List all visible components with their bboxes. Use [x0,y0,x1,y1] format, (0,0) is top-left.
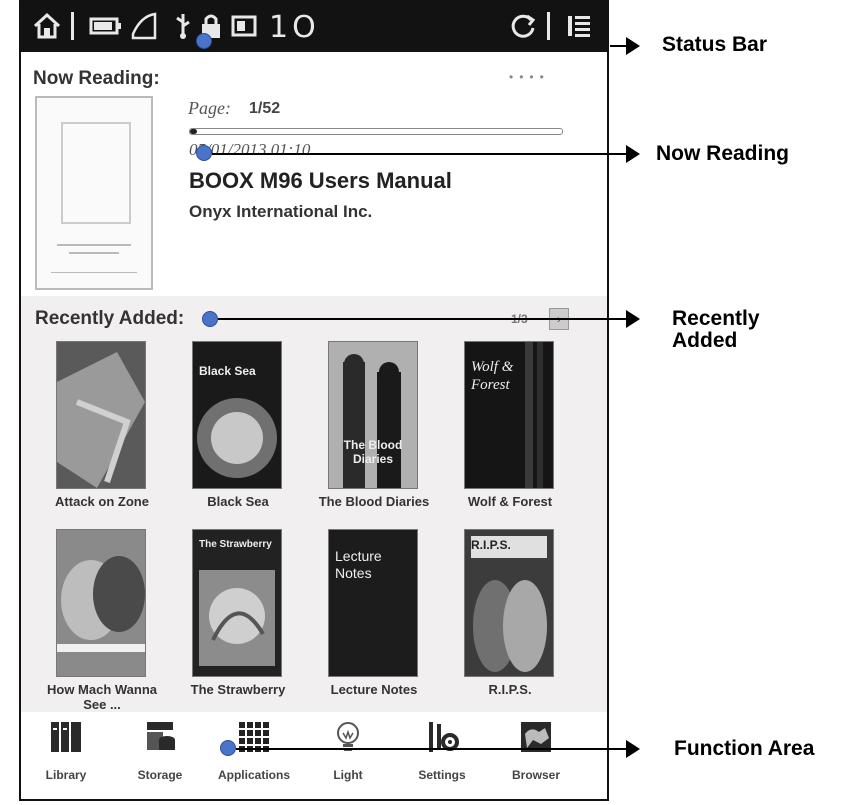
book-title: Black Sea [207,494,269,509]
arrow-right-icon [626,145,640,163]
function-area: Library Storage Applications Light Setti… [21,712,607,799]
status-time: 1O [269,10,320,45]
now-reading-author: Onyx International Inc. [189,202,373,221]
function-label: Light [333,768,363,782]
callout-recently-added: Recently Added [672,308,760,352]
book-cover-thumbnail[interactable] [35,96,153,290]
status-separator [71,12,74,40]
usb-icon [173,12,193,47]
library-icon [51,722,81,752]
sd-card-icon [231,12,261,47]
callout-recently-added-line1: Recently [672,307,760,330]
cover-text-line [69,252,119,254]
status-separator [547,12,550,40]
book-item[interactable]: The Blood Diaries The Blood Diaries [307,342,441,528]
book-item[interactable]: Lecture Notes Lecture Notes [307,530,441,716]
storage-icon [147,722,175,750]
callout-dot [196,33,212,49]
book-cover: R.I.P.S. [465,530,553,676]
book-item[interactable]: Wolf & Forest Wolf & Forest [443,342,577,528]
arrow-right-icon [626,740,640,758]
book-title: R.I.P.S. [488,682,532,697]
function-label: Applications [217,768,290,782]
now-reading-title: Now Reading: [33,68,160,89]
refresh-icon[interactable] [509,12,537,47]
device-screen: 1O Now Reading: •••• Page: 1/52 05/01/20… [19,0,609,801]
now-reading-section[interactable]: Now Reading: •••• Page: 1/52 05/01/2013 … [21,52,607,296]
function-label: Browser [511,768,561,782]
book-title: The Blood Diaries [318,494,430,509]
book-item[interactable]: Attack on Zone [35,342,169,528]
book-cover: Lecture Notes [329,530,417,676]
function-library-button[interactable]: Library [25,712,107,799]
book-item[interactable]: Black Sea Black Sea [171,342,305,528]
cover-text-line [57,244,131,246]
book-title: How Mach Wanna See ... [46,682,158,712]
callout-recently-added-line2: Added [672,329,738,352]
book-cover-title: The Strawberry [199,539,272,550]
book-item[interactable]: The Strawberry The Strawberry [171,530,305,716]
book-cover-title: Wolf & Forest [471,359,514,393]
book-cover: Wolf & Forest [465,342,553,488]
book-item[interactable]: R.I.P.S. R.I.P.S. [443,530,577,716]
home-icon[interactable] [33,12,61,47]
book-cover: The Blood Diaries [329,342,417,488]
function-browser-button[interactable]: Browser [495,712,577,799]
book-title: Lecture Notes [330,682,418,697]
battery-icon [89,12,123,47]
function-label: Settings [418,768,466,782]
arrow-right-icon [626,310,640,328]
book-item[interactable]: How Mach Wanna See ... [35,530,169,716]
callout-dot [220,740,236,756]
function-settings-button[interactable]: Settings [401,712,483,799]
book-cover [57,530,145,676]
callout-line [236,748,630,750]
page-label: Page: [188,98,231,118]
callout-now-reading: Now Reading [656,142,790,165]
reading-progress-fill [190,129,197,134]
callout-dot [202,311,218,327]
cover-page-frame [61,122,131,224]
function-storage-button[interactable]: Storage [119,712,201,799]
status-bar: 1O [21,2,607,52]
function-label: Storage [137,768,183,782]
book-cover: The Strawberry [193,530,281,676]
now-reading-book-title[interactable]: BOOX M96 Users Manual [189,168,452,194]
callout-status-bar: Status Bar [662,33,768,56]
more-dots-icon[interactable]: •••• [509,70,550,84]
callout-function-area: Function Area [674,737,815,760]
page-value: 1/52 [249,100,281,117]
callout-dot [196,145,212,161]
recently-added-section: Recently Added: 1/3 › Attack on Zone Bla… [21,296,607,712]
arrow-right-icon [626,37,640,55]
book-grid: Attack on Zone Black Sea Black Sea The B… [21,296,607,712]
book-title: The Strawberry [190,682,286,697]
callout-line [212,153,630,155]
reading-progress-bar [189,128,563,135]
book-cover-title: Black Sea [199,364,256,378]
book-cover: Black Sea [193,342,281,488]
function-label: Library [45,768,87,782]
menu-icon[interactable] [565,12,593,47]
book-cover-title: Lecture Notes [335,548,382,581]
book-cover-title: R.I.P.S. [471,538,511,552]
book-cover [57,342,145,488]
function-light-button[interactable]: Light [307,712,389,799]
callout-line [218,318,630,320]
book-title: Attack on Zone [55,494,149,509]
book-cover-title: The Blood Diaries [343,438,403,466]
book-title: Wolf & Forest [467,494,553,509]
cover-footer-line [51,272,137,273]
signal-icon [129,12,157,47]
